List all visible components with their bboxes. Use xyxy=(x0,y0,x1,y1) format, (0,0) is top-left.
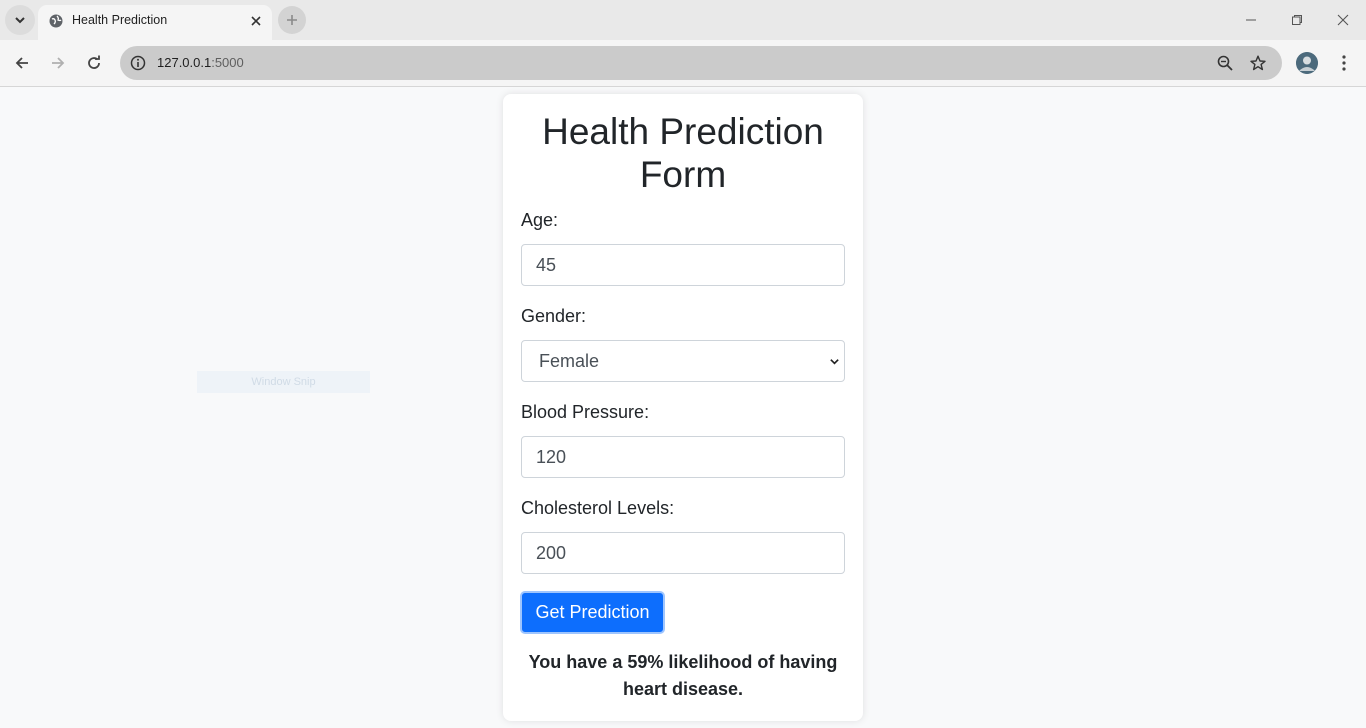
gender-select[interactable]: Female xyxy=(521,340,845,382)
prediction-form-card: Health Prediction Form Age: 45 Gender: F… xyxy=(503,94,863,721)
plus-icon xyxy=(287,15,297,25)
age-label: Age: xyxy=(521,210,559,230)
close-icon xyxy=(251,16,261,26)
info-icon xyxy=(130,55,146,71)
url-host: 127.0.0.1 xyxy=(157,55,212,70)
zoom-out-icon xyxy=(1217,55,1233,71)
minimize-button[interactable] xyxy=(1239,8,1263,32)
cholesterol-value: 200 xyxy=(536,543,567,563)
reload-button[interactable] xyxy=(81,50,107,76)
tab-strip: Health Prediction xyxy=(0,0,1366,40)
arrow-right-icon xyxy=(52,57,65,69)
star-icon xyxy=(1250,55,1266,71)
browser-menu-button[interactable] xyxy=(1333,50,1355,76)
active-tab[interactable]: Health Prediction xyxy=(38,5,272,40)
blood-pressure-label: Blood Pressure: xyxy=(521,402,650,422)
restore-icon xyxy=(1292,15,1302,25)
window-snip-label: Window Snip xyxy=(251,376,316,388)
globe-icon xyxy=(49,14,63,28)
more-vertical-icon xyxy=(1342,55,1346,71)
url-port: :5000 xyxy=(211,55,244,70)
address-bar[interactable]: 127.0.0.1:5000 xyxy=(120,46,1282,80)
reload-icon xyxy=(88,55,100,69)
gender-selected-value: Female xyxy=(539,351,600,371)
blood-pressure-input[interactable]: 120 xyxy=(521,436,845,478)
zoom-button[interactable] xyxy=(1213,51,1237,75)
window-close-button[interactable] xyxy=(1331,8,1355,32)
new-tab-button[interactable] xyxy=(278,6,306,34)
restore-button[interactable] xyxy=(1285,8,1309,32)
gender-label: Gender: xyxy=(521,306,587,326)
url-text[interactable]: 127.0.0.1:5000 xyxy=(157,55,244,70)
tab-search-button[interactable] xyxy=(5,5,35,35)
site-info-button[interactable] xyxy=(126,51,150,75)
browser-toolbar: 127.0.0.1:5000 xyxy=(0,40,1366,87)
avatar-icon xyxy=(1296,52,1318,74)
arrow-left-icon xyxy=(15,57,28,69)
age-input[interactable]: 45 xyxy=(521,244,845,286)
get-prediction-label: Get Prediction xyxy=(535,602,650,622)
get-prediction-button[interactable]: Get Prediction xyxy=(520,591,665,634)
page-title: Health Prediction Form xyxy=(542,111,824,195)
cholesterol-input[interactable]: 200 xyxy=(521,532,845,574)
window-snip-overlay: Window Snip xyxy=(197,371,370,393)
cholesterol-label: Cholesterol Levels: xyxy=(521,498,675,518)
tab-close-button[interactable] xyxy=(247,12,265,30)
forward-button[interactable] xyxy=(45,50,71,76)
chevron-down-icon xyxy=(15,17,25,24)
profile-avatar[interactable] xyxy=(1296,52,1318,74)
blood-pressure-value: 120 xyxy=(536,447,567,467)
prediction-result: You have a 59% likelihood of having hear… xyxy=(528,652,838,699)
bookmark-button[interactable] xyxy=(1246,51,1270,75)
close-icon xyxy=(1337,14,1349,26)
age-value: 45 xyxy=(536,255,557,275)
tab-title: Health Prediction xyxy=(72,13,168,27)
back-button[interactable] xyxy=(9,50,35,76)
chevron-down-icon xyxy=(828,355,840,367)
minimize-icon xyxy=(1246,19,1256,21)
